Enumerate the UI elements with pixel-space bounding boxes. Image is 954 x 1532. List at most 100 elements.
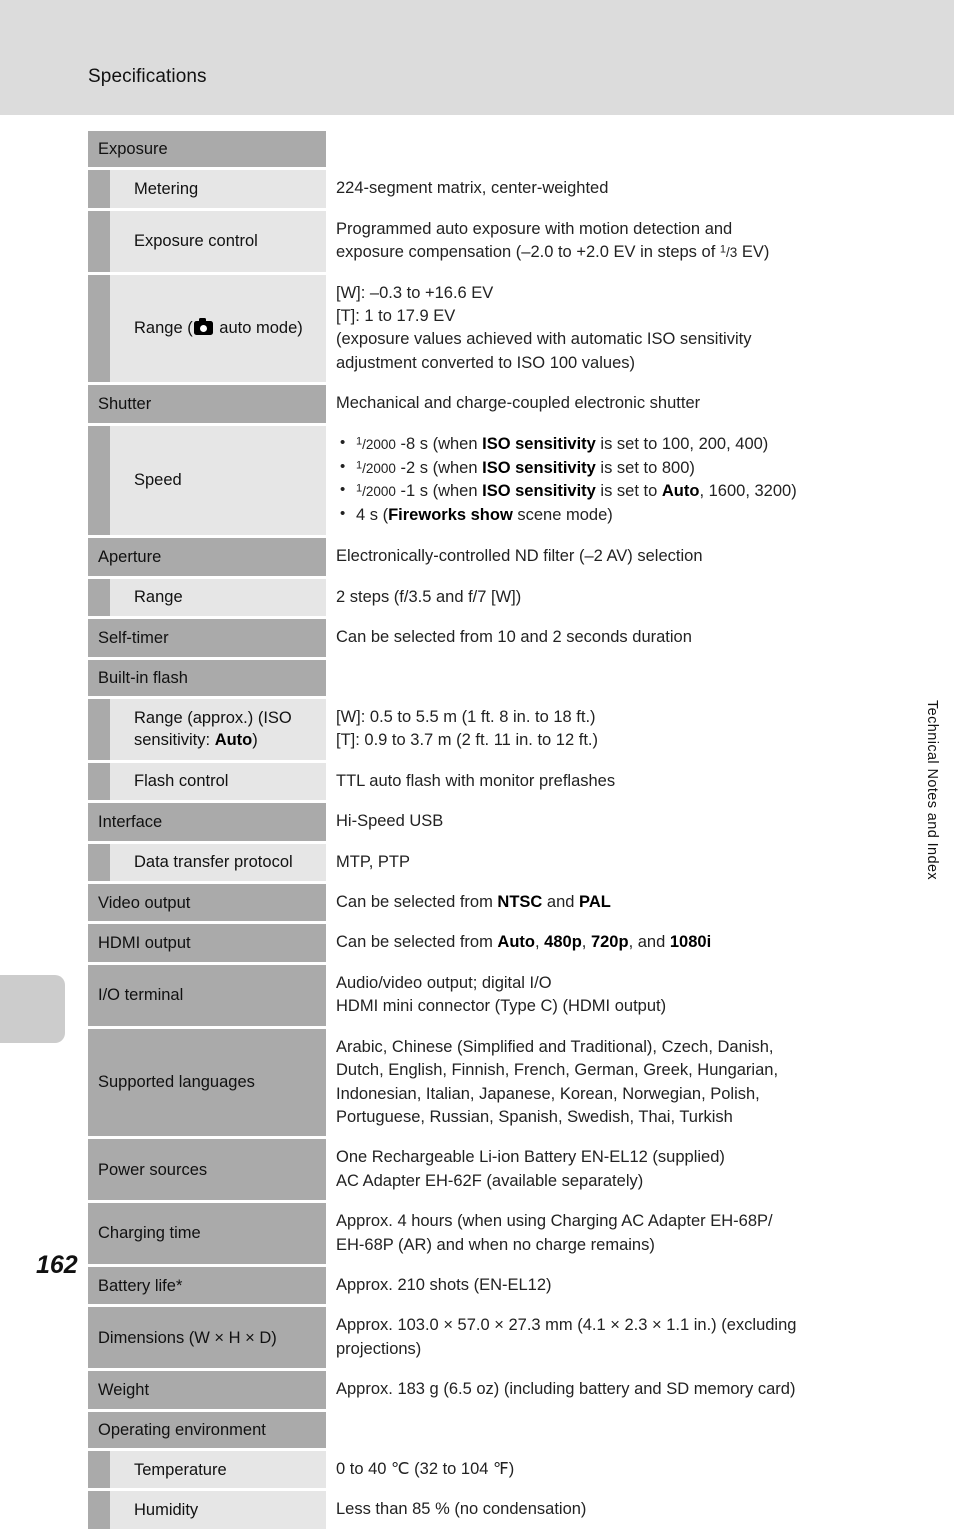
table-row: Interface Hi-Speed USB [88,803,900,841]
row-label: Dimensions (W × H × D) [88,1307,326,1369]
table-row: Exposure control Programmed auto exposur… [88,210,900,272]
row-label: Exposure control [110,210,326,272]
row-value: Approx. 103.0 × 57.0 × 27.3 mm (4.1 × 2.… [326,1307,900,1369]
row-value: 1/2000 -8 s (when ISO sensitivity is set… [326,425,900,536]
row-value-line: EH-68P (AR) and when no charge remains) [336,1235,655,1254]
row-value-line: Approx. 4 hours (when using Charging AC … [336,1212,773,1231]
table-row: Built-in flash [88,659,900,696]
row-value-line: [T]: 1 to 17.9 EV [336,306,456,325]
row-value-line: [T]: 0.9 to 3.7 m (2 ft. 11 in. to 12 ft… [336,731,598,750]
table-row: Range 2 steps (f/3.5 and f/7 [W]) [88,578,900,617]
value-text: is set to 800) [595,458,695,477]
row-label: Battery life* [88,1267,326,1305]
value-text: , 1600, 3200) [699,482,797,501]
value-text: Can be selected from [336,933,498,952]
row-label: Range ( auto mode) [110,274,326,383]
value-emphasis: Auto [661,482,700,501]
table-row: Range (approx.) (ISO sensitivity: Auto) … [88,698,900,760]
row-value: Audio/video output; digital I/O HDMI min… [326,964,900,1026]
value-emphasis: ISO sensitivity [482,434,596,453]
row-value: MTP, PTP [326,843,900,881]
list-item: 4 s (Fireworks show scene mode) [336,503,900,528]
row-indent-strip [88,1450,110,1489]
row-label: Temperature [110,1450,326,1489]
row-value: [W]: 0.5 to 5.5 m (1 ft. 8 in. to 18 ft.… [326,698,900,760]
row-value-line: (exposure values achieved with automatic… [336,330,752,349]
row-value-line: One Rechargeable Li-ion Battery EN-EL12 … [336,1148,725,1167]
table-row: Video output Can be selected from NTSC a… [88,883,900,922]
row-label: HDMI output [88,924,326,962]
table-row: Battery life* Approx. 210 shots (EN-EL12… [88,1267,900,1305]
table-row: Metering 224-segment matrix, center-weig… [88,170,900,208]
row-indent-strip [88,762,110,801]
row-indent-strip [88,1491,110,1529]
value-text: 4 s ( [356,506,389,525]
row-indent-strip [88,698,110,760]
row-label: Supported languages [88,1028,326,1137]
row-indent-strip [88,578,110,617]
row-value: Electronically-controlled ND filter (–2 … [326,538,900,576]
row-label: Interface [88,803,326,841]
row-indent-strip [88,274,110,383]
row-label-line: ( auto mode) [187,318,303,338]
row-value-line: HDMI mini connector (Type C) (HDMI outpu… [336,997,667,1016]
row-label: Charging time [88,1203,326,1265]
row-value: Approx. 4 hours (when using Charging AC … [326,1203,900,1265]
row-value [326,131,900,168]
table-row: Speed 1/2000 -8 s (when ISO sensitivity … [88,425,900,536]
row-label: Power sources [88,1139,326,1201]
row-value: Less than 85 % (no condensation) [326,1491,900,1529]
row-label: Range (approx.) (ISO sensitivity: Auto) [110,698,326,760]
value-emphasis: 480p [544,933,582,952]
value-text: EV) [737,243,770,262]
table-row: Supported languages Arabic, Chinese (Sim… [88,1028,900,1137]
row-label: Self-timer [88,619,326,657]
table-row: Data transfer protocol MTP, PTP [88,843,900,881]
table-row: Operating environment [88,1411,900,1448]
row-value-line: [W]: 0.5 to 5.5 m (1 ft. 8 in. to 18 ft.… [336,707,596,726]
value-text: -8 s (when [395,434,483,453]
row-value: TTL auto flash with monitor preflashes [326,762,900,801]
row-value-line: Dutch, English, Finnish, French, German,… [336,1061,779,1080]
label-text: auto mode) [214,319,303,338]
list-item: 1/2000 -8 s (when ISO sensitivity is set… [336,432,900,457]
row-value: Can be selected from NTSC and PAL [326,883,900,922]
table-row: Aperture Electronically-controlled ND fi… [88,538,900,576]
row-value-line: projections) [336,1339,422,1358]
row-value-line: adjustment converted to ISO 100 values) [336,353,635,372]
row-label: Exposure [88,131,326,168]
value-text: -2 s (when [395,458,483,477]
table-row: Charging time Approx. 4 hours (when usin… [88,1203,900,1265]
row-value: Approx. 183 g (6.5 oz) (including batter… [326,1371,900,1409]
row-label: Shutter [88,385,326,423]
label-text: ( [187,319,193,338]
table-row: Humidity Less than 85 % (no condensation… [88,1491,900,1529]
row-label: Data transfer protocol [110,843,326,881]
row-value-line: AC Adapter EH-62F (available separately) [336,1171,644,1190]
row-label: Operating environment [88,1411,326,1448]
fraction-denominator: /2000 [362,460,396,476]
value-emphasis: NTSC [497,892,543,911]
page-title: Specifications [88,66,207,87]
row-label-line: Range (approx.) [134,709,254,728]
value-text: is set to 100, 200, 400) [595,434,769,453]
row-value: Can be selected from Auto, 480p, 720p, a… [326,924,900,962]
row-label: Speed [110,425,326,536]
row-indent-strip [88,425,110,536]
page-header-band: Specifications [0,0,954,115]
value-emphasis: ISO sensitivity [482,458,596,477]
row-value-line: Portuguese, Russian, Spanish, Swedish, T… [336,1107,733,1126]
table-row: Temperature 0 to 40 ℃ (32 to 104 ℉) [88,1450,900,1489]
row-value: One Rechargeable Li-ion Battery EN-EL12 … [326,1139,900,1201]
row-value: Mechanical and charge-coupled electronic… [326,385,900,423]
table-row: Power sources One Rechargeable Li-ion Ba… [88,1139,900,1201]
row-value: 2 steps (f/3.5 and f/7 [W]) [326,578,900,617]
row-label: Humidity [110,1491,326,1529]
value-text: Can be selected from [336,892,498,911]
row-label: Built-in flash [88,659,326,696]
table-row: HDMI output Can be selected from Auto, 4… [88,924,900,962]
value-text: , [535,933,545,952]
row-value-line: Approx. 103.0 × 57.0 × 27.3 mm (4.1 × 2.… [336,1316,797,1335]
fraction-denominator: /2000 [362,436,396,452]
row-value [326,1411,900,1448]
